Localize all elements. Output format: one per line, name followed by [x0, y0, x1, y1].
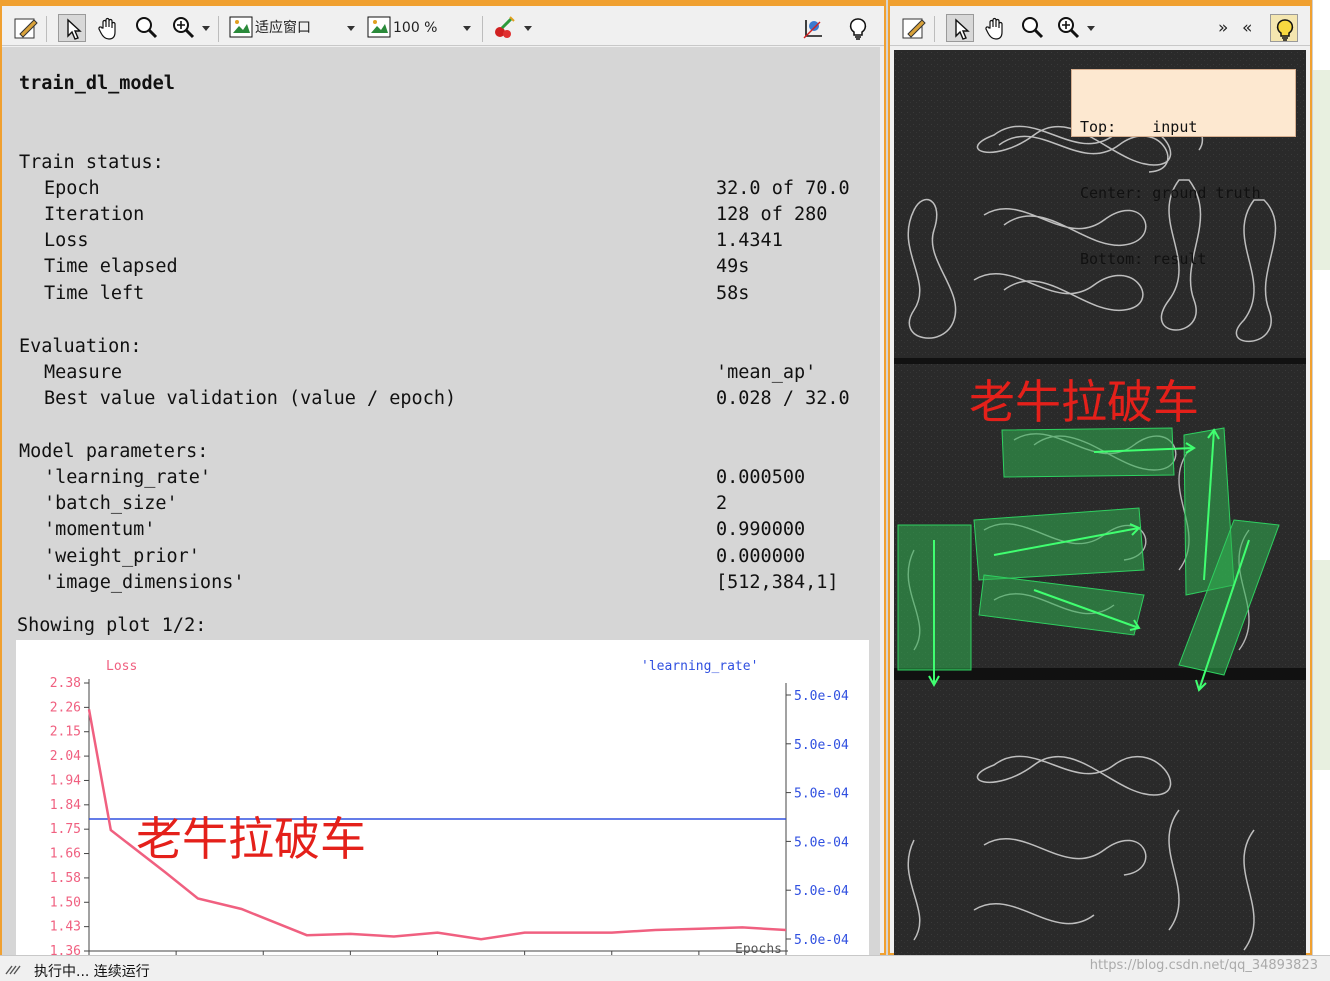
- right-tick-label: 5.0e-04: [794, 933, 849, 948]
- right-toolbar: » «: [890, 6, 1310, 46]
- legend-line: Center: ground truth: [1080, 184, 1261, 202]
- pointer-icon[interactable]: [58, 14, 86, 42]
- row-value: 1.4341: [716, 230, 783, 251]
- right-tick-label: 5.0e-04: [794, 835, 849, 850]
- row-label: Best value validation (value / epoch): [44, 388, 457, 409]
- row-value: 'mean_ap': [716, 362, 817, 383]
- right-tick-label: 5.0e-04: [794, 787, 849, 802]
- lightbulb-icon[interactable]: [844, 14, 872, 42]
- pointer-icon[interactable]: [946, 14, 974, 42]
- row-label: Epoch: [44, 178, 100, 199]
- pan-hand-icon[interactable]: [982, 14, 1010, 42]
- row-label: Time elapsed: [44, 256, 178, 277]
- image-legend: Top: input Center: ground truth Bottom: …: [1071, 69, 1296, 268]
- collapse-toolbar-icon[interactable]: «: [1242, 14, 1270, 42]
- row-label: 'batch_size': [44, 493, 178, 514]
- right-tick-label: 5.0e-04: [794, 689, 849, 704]
- image-display[interactable]: Top: input Center: ground truth Bottom: …: [894, 50, 1306, 955]
- right-tick-label: 5.0e-04: [794, 738, 849, 753]
- zoom-dropdown-arrow[interactable]: [1085, 14, 1097, 42]
- left-toolbar: 适应窗口 100 %: [2, 6, 884, 46]
- zoom-in-icon[interactable]: [169, 14, 197, 42]
- lightbulb-icon[interactable]: [1270, 14, 1298, 42]
- row-value: 0.000500: [716, 467, 806, 488]
- training-plot: 2.38 2.26 2.15 2.04 1.94 1.84 1.75 1.66 1.58 1.50…: [16, 640, 869, 956]
- plot-caption: Showing plot 1/2:: [17, 615, 207, 636]
- evaluation-heading: Evaluation:: [19, 336, 142, 357]
- left-tick-label: 1.94: [50, 773, 81, 788]
- graphics-window-text: 适应窗口 100 % train_dl_model Train status: …: [0, 0, 886, 956]
- zoom-100-icon[interactable]: [366, 14, 394, 42]
- train-status-heading: Train status:: [19, 152, 164, 173]
- row-value: 2: [716, 493, 728, 514]
- zoom-percent-select[interactable]: 100 %: [393, 14, 479, 42]
- watermark-text: 老牛拉破车: [969, 375, 1199, 429]
- coordinates-icon[interactable]: [800, 14, 828, 42]
- row-label: 'learning_rate': [44, 467, 212, 488]
- pan-hand-icon[interactable]: [95, 14, 123, 42]
- background-editor-edge: [1312, 0, 1330, 955]
- row-label: Measure: [44, 362, 122, 383]
- row-label: Loss: [44, 230, 89, 251]
- left-tick-label: 2.38: [50, 676, 81, 691]
- graphics-window-image: » « Top: input Center: ground truth Bott…: [888, 0, 1312, 955]
- left-tick-label: 1.58: [50, 871, 81, 886]
- row-value: 32.0 of 70.0: [716, 178, 850, 199]
- right-tick-label: 5.0e-04: [794, 884, 849, 899]
- left-tick-label: 1.50: [50, 895, 81, 910]
- legend-line: Top: input: [1080, 118, 1198, 136]
- row-value: [512,384,1]: [716, 572, 839, 593]
- row-value: 0.990000: [716, 519, 806, 540]
- model-parameters-heading: Model parameters:: [19, 441, 209, 462]
- legend-line: Bottom: result: [1080, 250, 1207, 268]
- zoom-dropdown-arrow[interactable]: [200, 14, 212, 42]
- status-bar: 执行中... 连续运行 https://blog.csdn.net/qq_348…: [0, 955, 1330, 981]
- loss-axis-label: Loss: [106, 659, 137, 674]
- watermark-text: 老牛拉破车: [136, 812, 366, 866]
- edit-pencil-icon[interactable]: [900, 14, 928, 42]
- row-label: 'weight_prior': [44, 546, 200, 567]
- x-axis-label: Epochs: [735, 942, 782, 956]
- page-title: train_dl_model: [19, 73, 175, 94]
- left-tick-label: 1.75: [50, 822, 81, 837]
- color-paint-icon[interactable]: [490, 14, 518, 42]
- row-value: 0.028 / 32.0: [716, 388, 850, 409]
- lr-axis-label: 'learning_rate': [641, 659, 758, 674]
- row-label: Iteration: [44, 204, 145, 225]
- row-label: 'image_dimensions': [44, 572, 245, 593]
- magnify-icon[interactable]: [132, 14, 160, 42]
- left-tick-label: 1.84: [50, 798, 81, 813]
- row-label: Time left: [44, 283, 145, 304]
- fit-window-icon[interactable]: [228, 14, 256, 42]
- row-value: 49s: [716, 256, 750, 277]
- status-text: 执行中... 连续运行: [34, 964, 150, 980]
- left-tick-label: 2.04: [50, 749, 81, 764]
- left-tick-label: 2.15: [50, 725, 81, 740]
- color-dropdown-arrow[interactable]: [522, 14, 534, 42]
- left-tick-label: 2.26: [50, 700, 81, 715]
- row-value: 128 of 280: [716, 204, 828, 225]
- left-tick-label: 1.66: [50, 847, 81, 862]
- zoom-mode-select[interactable]: 适应窗口: [255, 14, 363, 42]
- row-label: 'momentum': [44, 519, 156, 540]
- magnify-icon[interactable]: [1018, 14, 1046, 42]
- edit-pencil-icon[interactable]: [12, 14, 40, 42]
- row-value: 58s: [716, 283, 750, 304]
- row-value: 0.000000: [716, 546, 806, 567]
- status-grip-icon: [5, 965, 21, 975]
- zoom-in-icon[interactable]: [1054, 14, 1082, 42]
- left-tick-label: 1.43: [50, 920, 81, 935]
- watermark-url: https://blog.csdn.net/qq_34893823: [1089, 958, 1318, 973]
